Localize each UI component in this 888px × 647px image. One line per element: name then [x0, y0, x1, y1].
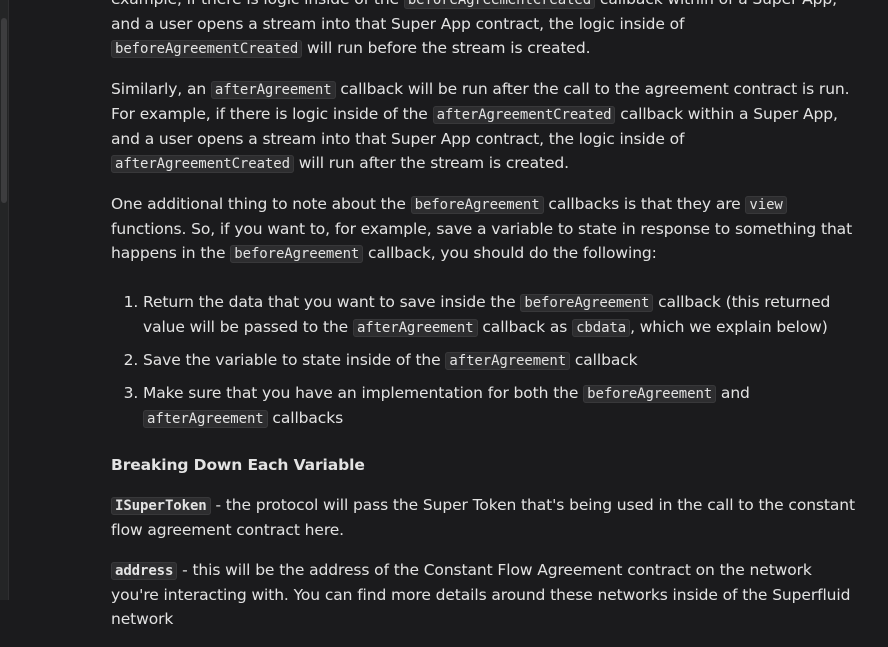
inline-code: afterAgreementCreated: [432, 106, 616, 124]
text: Make sure that you have an implementatio…: [143, 384, 584, 402]
text: and: [716, 384, 750, 402]
steps-list: Return the data that you want to save in…: [111, 290, 861, 431]
variable-address: address - this will be the address of th…: [111, 558, 861, 631]
sidebar-divider: [8, 0, 9, 600]
paragraph-after-agreement: Similarly, an afterAgreement callback wi…: [111, 77, 861, 176]
inline-code: cbdata: [572, 319, 631, 337]
text: example, if there is logic inside of the: [111, 0, 404, 8]
text: - the protocol will pass the Super Token…: [111, 496, 855, 539]
text: callbacks is that they are: [543, 195, 746, 213]
text: will run before the stream is created.: [302, 39, 591, 57]
text: Save the variable to state inside of the: [143, 351, 446, 369]
inline-code: afterAgreementCreated: [111, 155, 294, 173]
left-scroll-rail[interactable]: [0, 0, 9, 600]
text: , which we explain below): [630, 318, 828, 336]
inline-code: view: [745, 196, 787, 214]
text: - this will be the address of the Consta…: [111, 561, 851, 628]
text: One additional thing to note about the: [111, 195, 411, 213]
inline-code: beforeAgreement: [410, 196, 544, 214]
list-item: Make sure that you have an implementatio…: [143, 381, 861, 431]
section-heading: Breaking Down Each Variable: [111, 456, 365, 474]
inline-code: beforeAgreement: [583, 385, 717, 403]
inline-code: afterAgreement: [210, 81, 336, 99]
inline-code: beforeAgreement: [520, 294, 654, 312]
variable-code: address: [111, 562, 178, 580]
scrollbar-thumb[interactable]: [1, 18, 7, 203]
text: Return the data that you want to save in…: [143, 293, 521, 311]
text: callback: [570, 351, 638, 369]
text: callback, you should do the following:: [363, 244, 657, 262]
inline-code: beforeAgreement: [230, 245, 364, 263]
paragraph-view-functions-note: One additional thing to note about the b…: [111, 192, 861, 266]
list-item: Save the variable to state inside of the…: [143, 348, 861, 373]
text: callback as: [477, 318, 573, 336]
variable-isupertoken: ISuperToken - the protocol will pass the…: [111, 493, 861, 542]
doc-content: example, if there is logic inside of the…: [111, 0, 861, 647]
inline-code: afterAgreement: [143, 410, 268, 428]
text: Similarly, an: [111, 80, 211, 98]
text: will run after the stream is created.: [293, 154, 569, 172]
variable-code: ISuperToken: [111, 497, 211, 515]
inline-code: beforeAgreementCreated: [111, 40, 303, 58]
text: callbacks: [267, 409, 344, 427]
paragraph-before-agreement-example: example, if there is logic inside of the…: [111, 0, 861, 61]
list-item: Return the data that you want to save in…: [143, 290, 861, 340]
inline-code: afterAgreement: [352, 319, 478, 337]
inline-code: beforeAgreementCreated: [403, 0, 596, 9]
inline-code: afterAgreement: [445, 352, 571, 370]
